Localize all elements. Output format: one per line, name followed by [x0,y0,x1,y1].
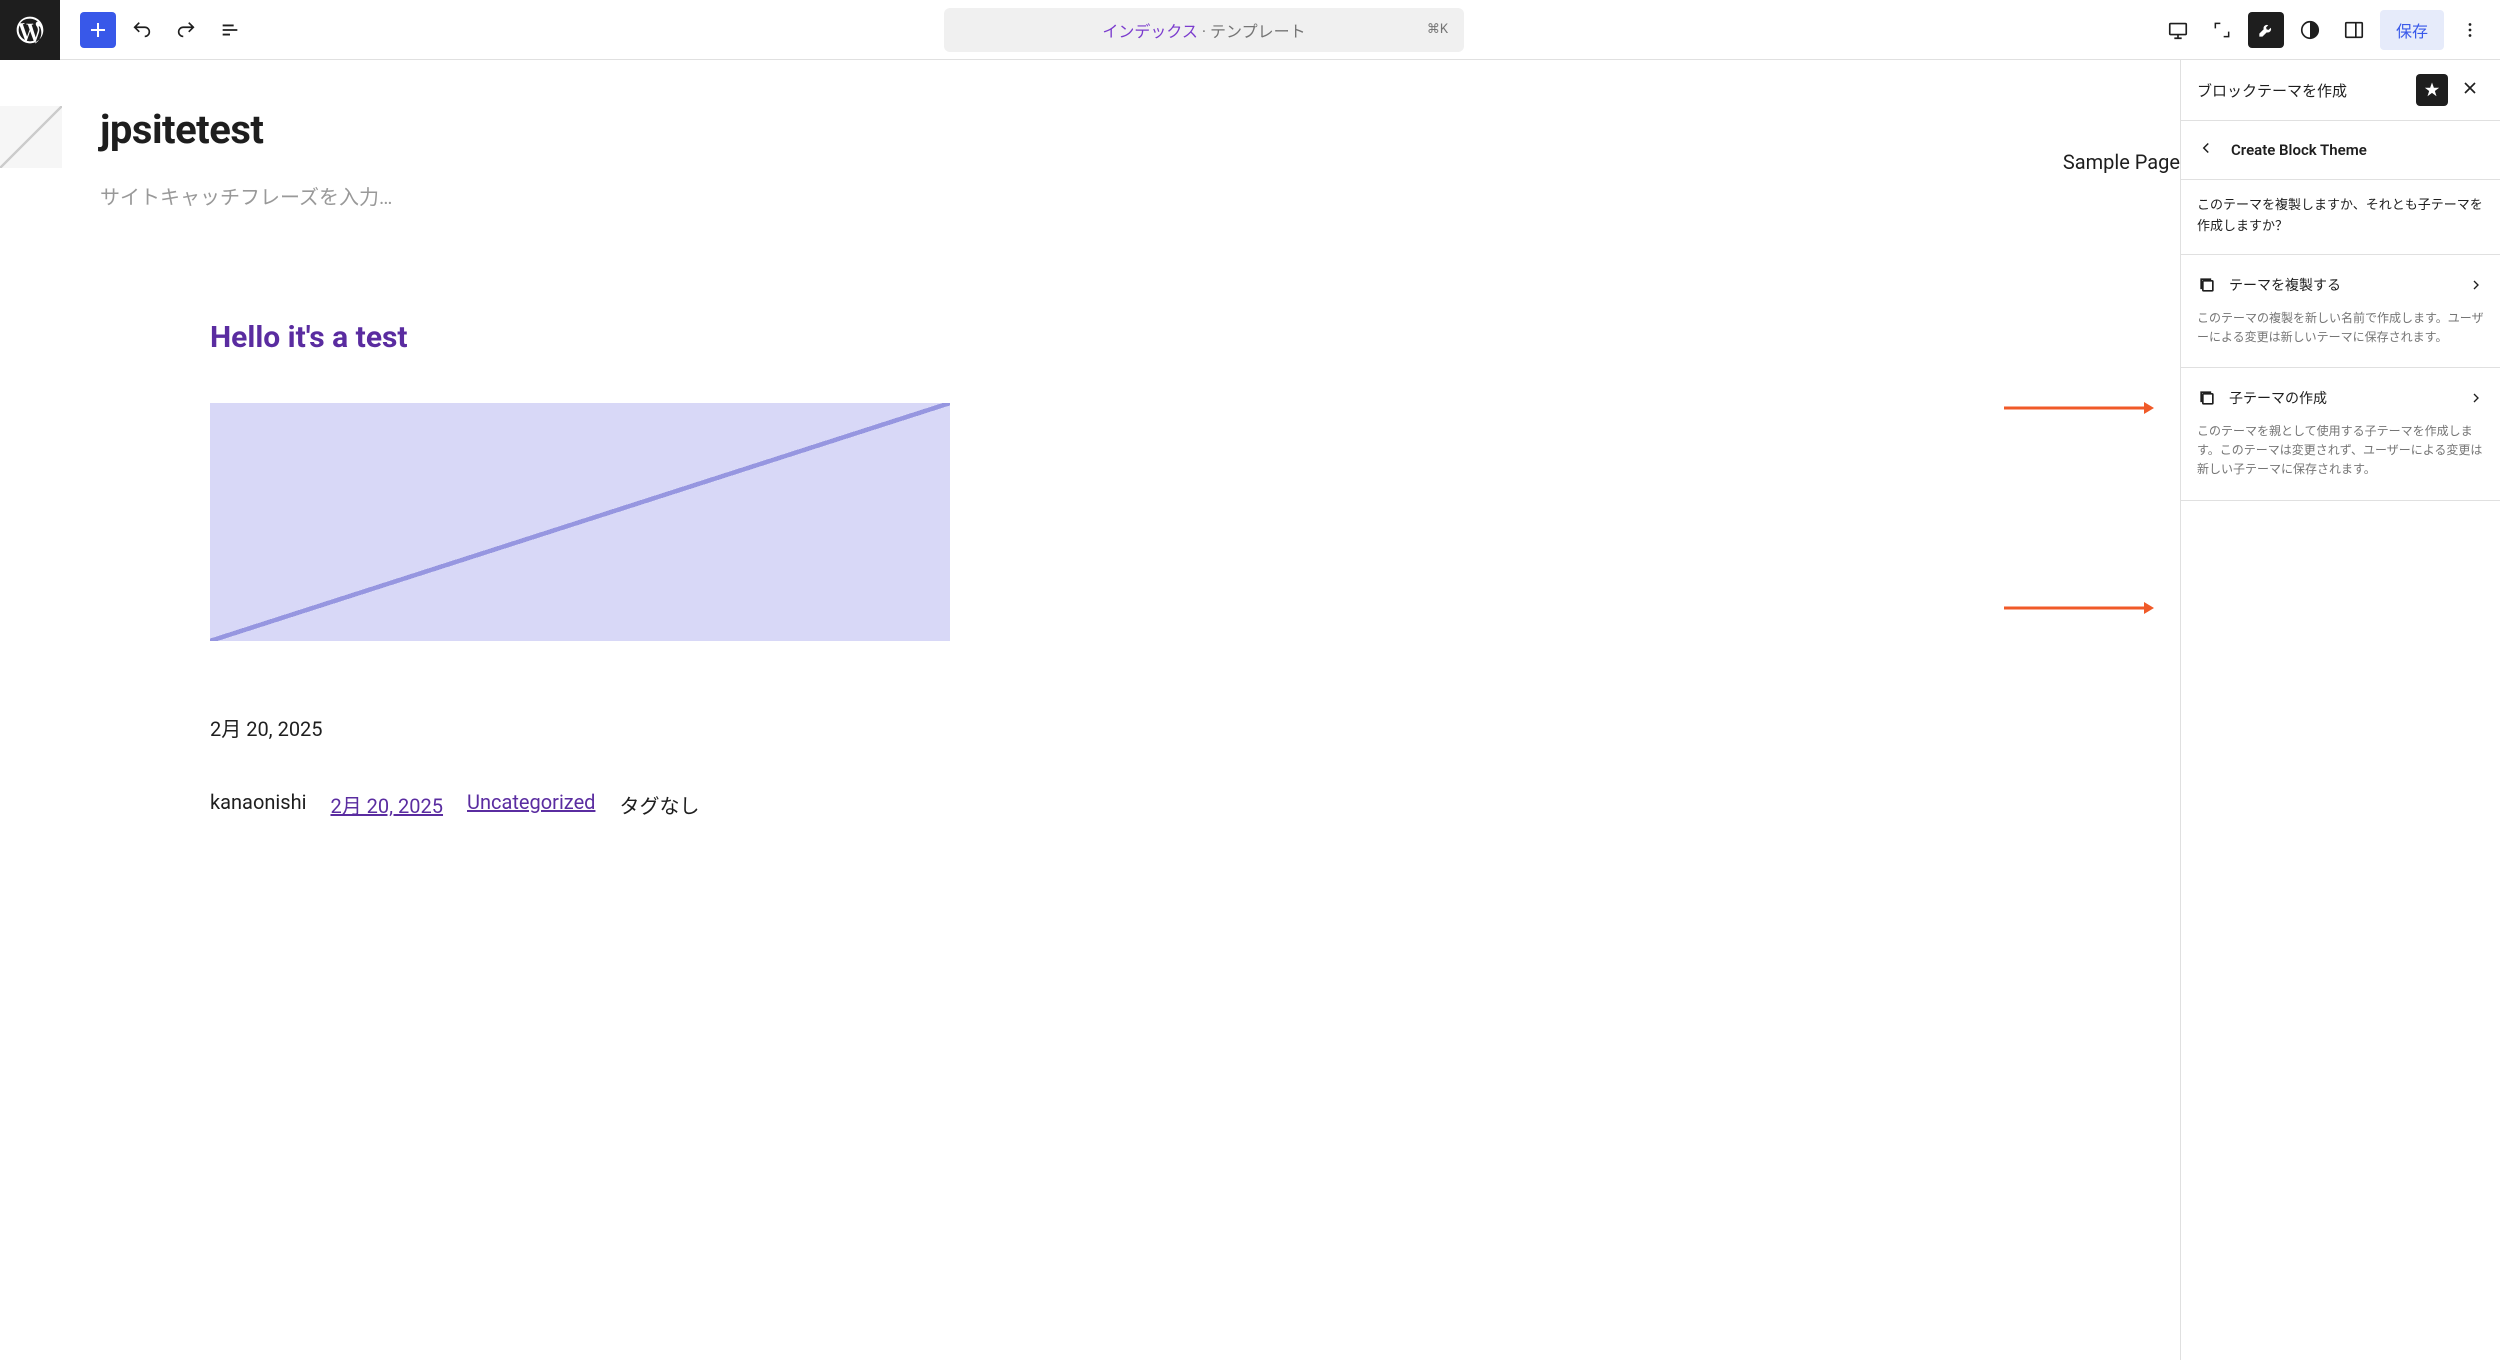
site-header-block: jpsitetest サイトキャッチフレーズを入力… Sample Page [0,60,2180,210]
expand-icon [2212,20,2232,40]
close-icon [2460,78,2480,98]
annotation-arrow-1 [2004,400,2154,414]
plus-icon [86,18,110,42]
desktop-icon [2167,19,2189,41]
post-tags: タグなし [619,790,699,819]
document-switcher[interactable]: インデックス · テンプレート ⌘K [944,8,1464,52]
chevron-right-icon [2468,277,2484,293]
toolbar-center: インデックス · テンプレート ⌘K [248,8,2160,52]
list-icon [219,19,241,41]
option-label: テーマを複製する [2229,275,2341,295]
document-title-suffix: · テンプレート [1202,18,1306,42]
half-circle-icon [2299,19,2321,41]
main-area: jpsitetest サイトキャッチフレーズを入力… Sample Page H… [0,60,2500,1360]
close-sidebar-button[interactable] [2456,74,2484,106]
wrench-icon [2256,20,2276,40]
option-child-button[interactable]: 子テーマの作成 [2197,388,2484,408]
block-inserter-button[interactable] [80,12,116,48]
options-button[interactable] [2452,12,2488,48]
toolbar-right: 保存 [2160,10,2500,50]
sidebar-header: ブロックテーマを作成 [2181,60,2500,121]
featured-image-placeholder[interactable] [210,403,950,641]
option-description: このテーマを親として使用する子テーマを作成します。このテーマは変更されず、ユーザ… [2197,422,2484,480]
top-toolbar: インデックス · テンプレート ⌘K 保存 [0,0,2500,60]
option-label: 子テーマの作成 [2229,388,2327,408]
post-content: Hello it's a test 2月 20, 2025 kanaonishi… [0,210,950,819]
settings-sidebar: ブロックテーマを作成 Create Block Theme このテーマを複製しま… [2180,60,2500,1360]
zoom-out-button[interactable] [2204,12,2240,48]
list-view-button[interactable] [212,12,248,48]
option-clone-theme: テーマを複製する このテーマの複製を新しい名前で作成します。ユーザーによる変更は… [2181,255,2500,368]
post-author: kanaonishi [210,790,306,819]
post-meta: kanaonishi 2月 20, 2025 Uncategorized タグな… [210,790,950,819]
site-logo-placeholder[interactable] [0,106,62,168]
undo-icon [131,19,153,41]
chevron-right-icon [2468,390,2484,406]
chevron-left-icon [2197,139,2215,157]
undo-button[interactable] [124,12,160,48]
nav-link-sample-page[interactable]: Sample Page [2063,150,2180,174]
wordpress-logo[interactable] [0,0,60,60]
sidebar-icon [2343,19,2365,41]
pin-plugin-button[interactable] [2416,74,2448,106]
command-shortcut: ⌘K [1427,22,1448,37]
panel-title: Create Block Theme [2231,141,2367,159]
option-child-theme: 子テーマの作成 このテーマを親として使用する子テーマを作成します。このテーマは変… [2181,368,2500,501]
kebab-icon [2459,19,2481,41]
post-title[interactable]: Hello it's a test [210,320,950,355]
star-icon [2423,81,2441,99]
back-button[interactable] [2197,139,2215,161]
sidebar-title: ブロックテーマを作成 [2197,80,2347,101]
toolbar-left [0,0,248,60]
post-date-link[interactable]: 2月 20, 2025 [330,790,443,819]
site-title[interactable]: jpsitetest [100,106,392,153]
post-date: 2月 20, 2025 [210,713,950,742]
site-tagline-input[interactable]: サイトキャッチフレーズを入力… [100,181,392,210]
panel-nav: Create Block Theme [2181,121,2500,180]
save-button[interactable]: 保存 [2380,10,2444,50]
redo-button[interactable] [168,12,204,48]
settings-sidebar-button[interactable] [2336,12,2372,48]
editor-canvas[interactable]: jpsitetest サイトキャッチフレーズを入力… Sample Page H… [0,60,2180,1360]
option-clone-button[interactable]: テーマを複製する [2197,275,2484,295]
post-category-link[interactable]: Uncategorized [467,790,595,819]
annotation-arrow-2 [2004,600,2154,614]
panel-question: このテーマを複製しますか、それとも子テーマを作成しますか？ [2181,180,2500,255]
wordpress-icon [14,14,46,46]
redo-icon [175,19,197,41]
copy-icon [2197,388,2217,408]
styles-button[interactable] [2292,12,2328,48]
tools-button[interactable] [2248,12,2284,48]
view-desktop-button[interactable] [2160,12,2196,48]
option-description: このテーマの複製を新しい名前で作成します。ユーザーによる変更は新しいテーマに保存… [2197,309,2484,347]
document-title-link: インデックス [1102,18,1198,42]
copy-icon [2197,275,2217,295]
